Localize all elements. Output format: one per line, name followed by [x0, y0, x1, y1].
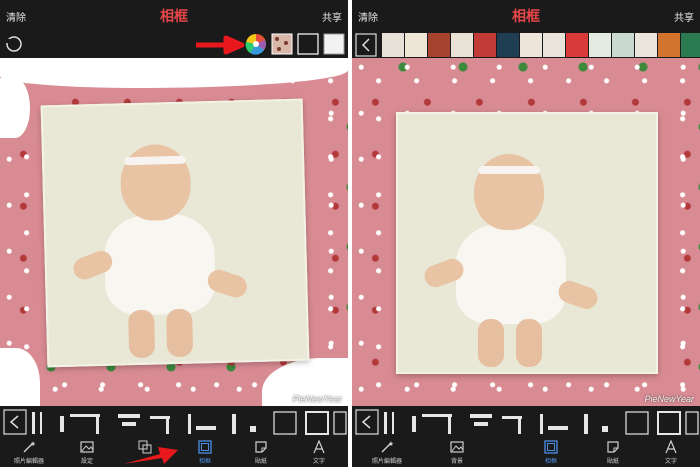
magic-wand-icon	[23, 441, 36, 453]
frame-icon	[198, 440, 212, 454]
watermark: PieNewYear	[644, 394, 694, 404]
magic-wand-icon	[381, 441, 394, 453]
sticker-icon	[607, 441, 619, 453]
tool-text[interactable]: 文字	[294, 440, 344, 465]
tool-background[interactable]: 背景	[432, 440, 482, 465]
pattern-options-bar	[352, 30, 700, 58]
tool-label: 設定	[80, 459, 93, 465]
top-bar: 清除 相框 共享	[352, 0, 700, 30]
left-screen: 清除 相框 共享 PieNewYear 照片編輯器 設定 相框 貼紙 文字	[0, 0, 348, 467]
brush-stroke	[0, 78, 30, 138]
sticker-icon	[255, 441, 267, 453]
watermark: PieNewYear	[292, 394, 342, 404]
top-bar: 清除 相框 共享	[0, 0, 348, 30]
tool-text[interactable]: 文字	[646, 440, 696, 465]
frame-style-thumbnails[interactable]	[384, 411, 699, 435]
tool-frame[interactable]: 相框	[180, 440, 230, 465]
red-arrow-annotation	[196, 35, 245, 55]
text-icon	[665, 440, 677, 454]
red-arrow-annotation	[124, 447, 178, 464]
bottom-toolbar: 照片編輯器 背景 相框 貼紙 文字	[352, 438, 700, 467]
baby-photo[interactable]	[396, 112, 658, 374]
tool-label: 相框	[544, 459, 557, 465]
frame-style-strip[interactable]	[352, 406, 700, 438]
frame-style-strip[interactable]	[0, 406, 348, 438]
bottom-toolbar: 照片編輯器 設定 相框 貼紙 文字	[0, 438, 348, 467]
back-icon	[9, 415, 19, 429]
tool-label: 貼紙	[254, 459, 267, 465]
white-frame-option[interactable]	[323, 33, 345, 55]
frame-options-bar	[0, 30, 348, 58]
tool-label: 相框	[198, 459, 211, 465]
back-button[interactable]	[355, 409, 379, 435]
pattern-swatches[interactable]	[382, 33, 700, 57]
tool-settings[interactable]: 設定	[62, 440, 112, 465]
share-button[interactable]: 共享	[674, 9, 694, 24]
photo-canvas[interactable]: PieNewYear	[352, 58, 700, 406]
pattern-option[interactable]	[271, 33, 293, 55]
rotate-icon[interactable]	[6, 36, 22, 52]
tool-label: 照片編輯器	[371, 459, 402, 465]
baby-photo[interactable]	[40, 98, 310, 368]
right-screen: 清除 相框 共享 PieNewYear 照片編輯器 背景 相框 貼紙 文字	[352, 0, 700, 467]
back-button[interactable]	[3, 409, 27, 435]
pattern-options-row	[355, 33, 700, 57]
back-button[interactable]	[355, 33, 377, 57]
screen-title: 相框	[160, 8, 188, 24]
screen-title: 相框	[512, 8, 540, 24]
frame-style-row	[3, 409, 347, 435]
photo-canvas[interactable]: PieNewYear	[0, 58, 348, 406]
tool-label: 貼紙	[606, 459, 619, 465]
background-icon	[450, 441, 464, 453]
tool-label: 照片編輯器	[13, 459, 44, 465]
tool-frame[interactable]: 相框	[526, 440, 576, 465]
tool-label: 文字	[664, 459, 677, 465]
color-wheel-icon[interactable]	[245, 34, 266, 55]
tool-photo-editor[interactable]: 照片編輯器	[362, 440, 412, 465]
photo-settings-icon	[80, 441, 94, 453]
back-icon	[361, 38, 370, 52]
tool-label: 背景	[450, 459, 463, 465]
back-icon	[361, 415, 371, 429]
tool-sticker[interactable]: 貼紙	[236, 440, 286, 465]
tool-photo-editor[interactable]: 照片編輯器	[4, 440, 54, 465]
frame-style-thumbnails[interactable]	[32, 411, 347, 435]
frame-style-row	[355, 409, 699, 435]
share-button[interactable]: 共享	[322, 9, 342, 24]
text-icon	[313, 440, 325, 454]
frame-options-row	[6, 33, 345, 55]
black-frame-option[interactable]	[297, 33, 319, 55]
frame-icon	[544, 440, 558, 454]
tool-sticker[interactable]: 貼紙	[588, 440, 638, 465]
tool-label: 文字	[312, 459, 325, 465]
